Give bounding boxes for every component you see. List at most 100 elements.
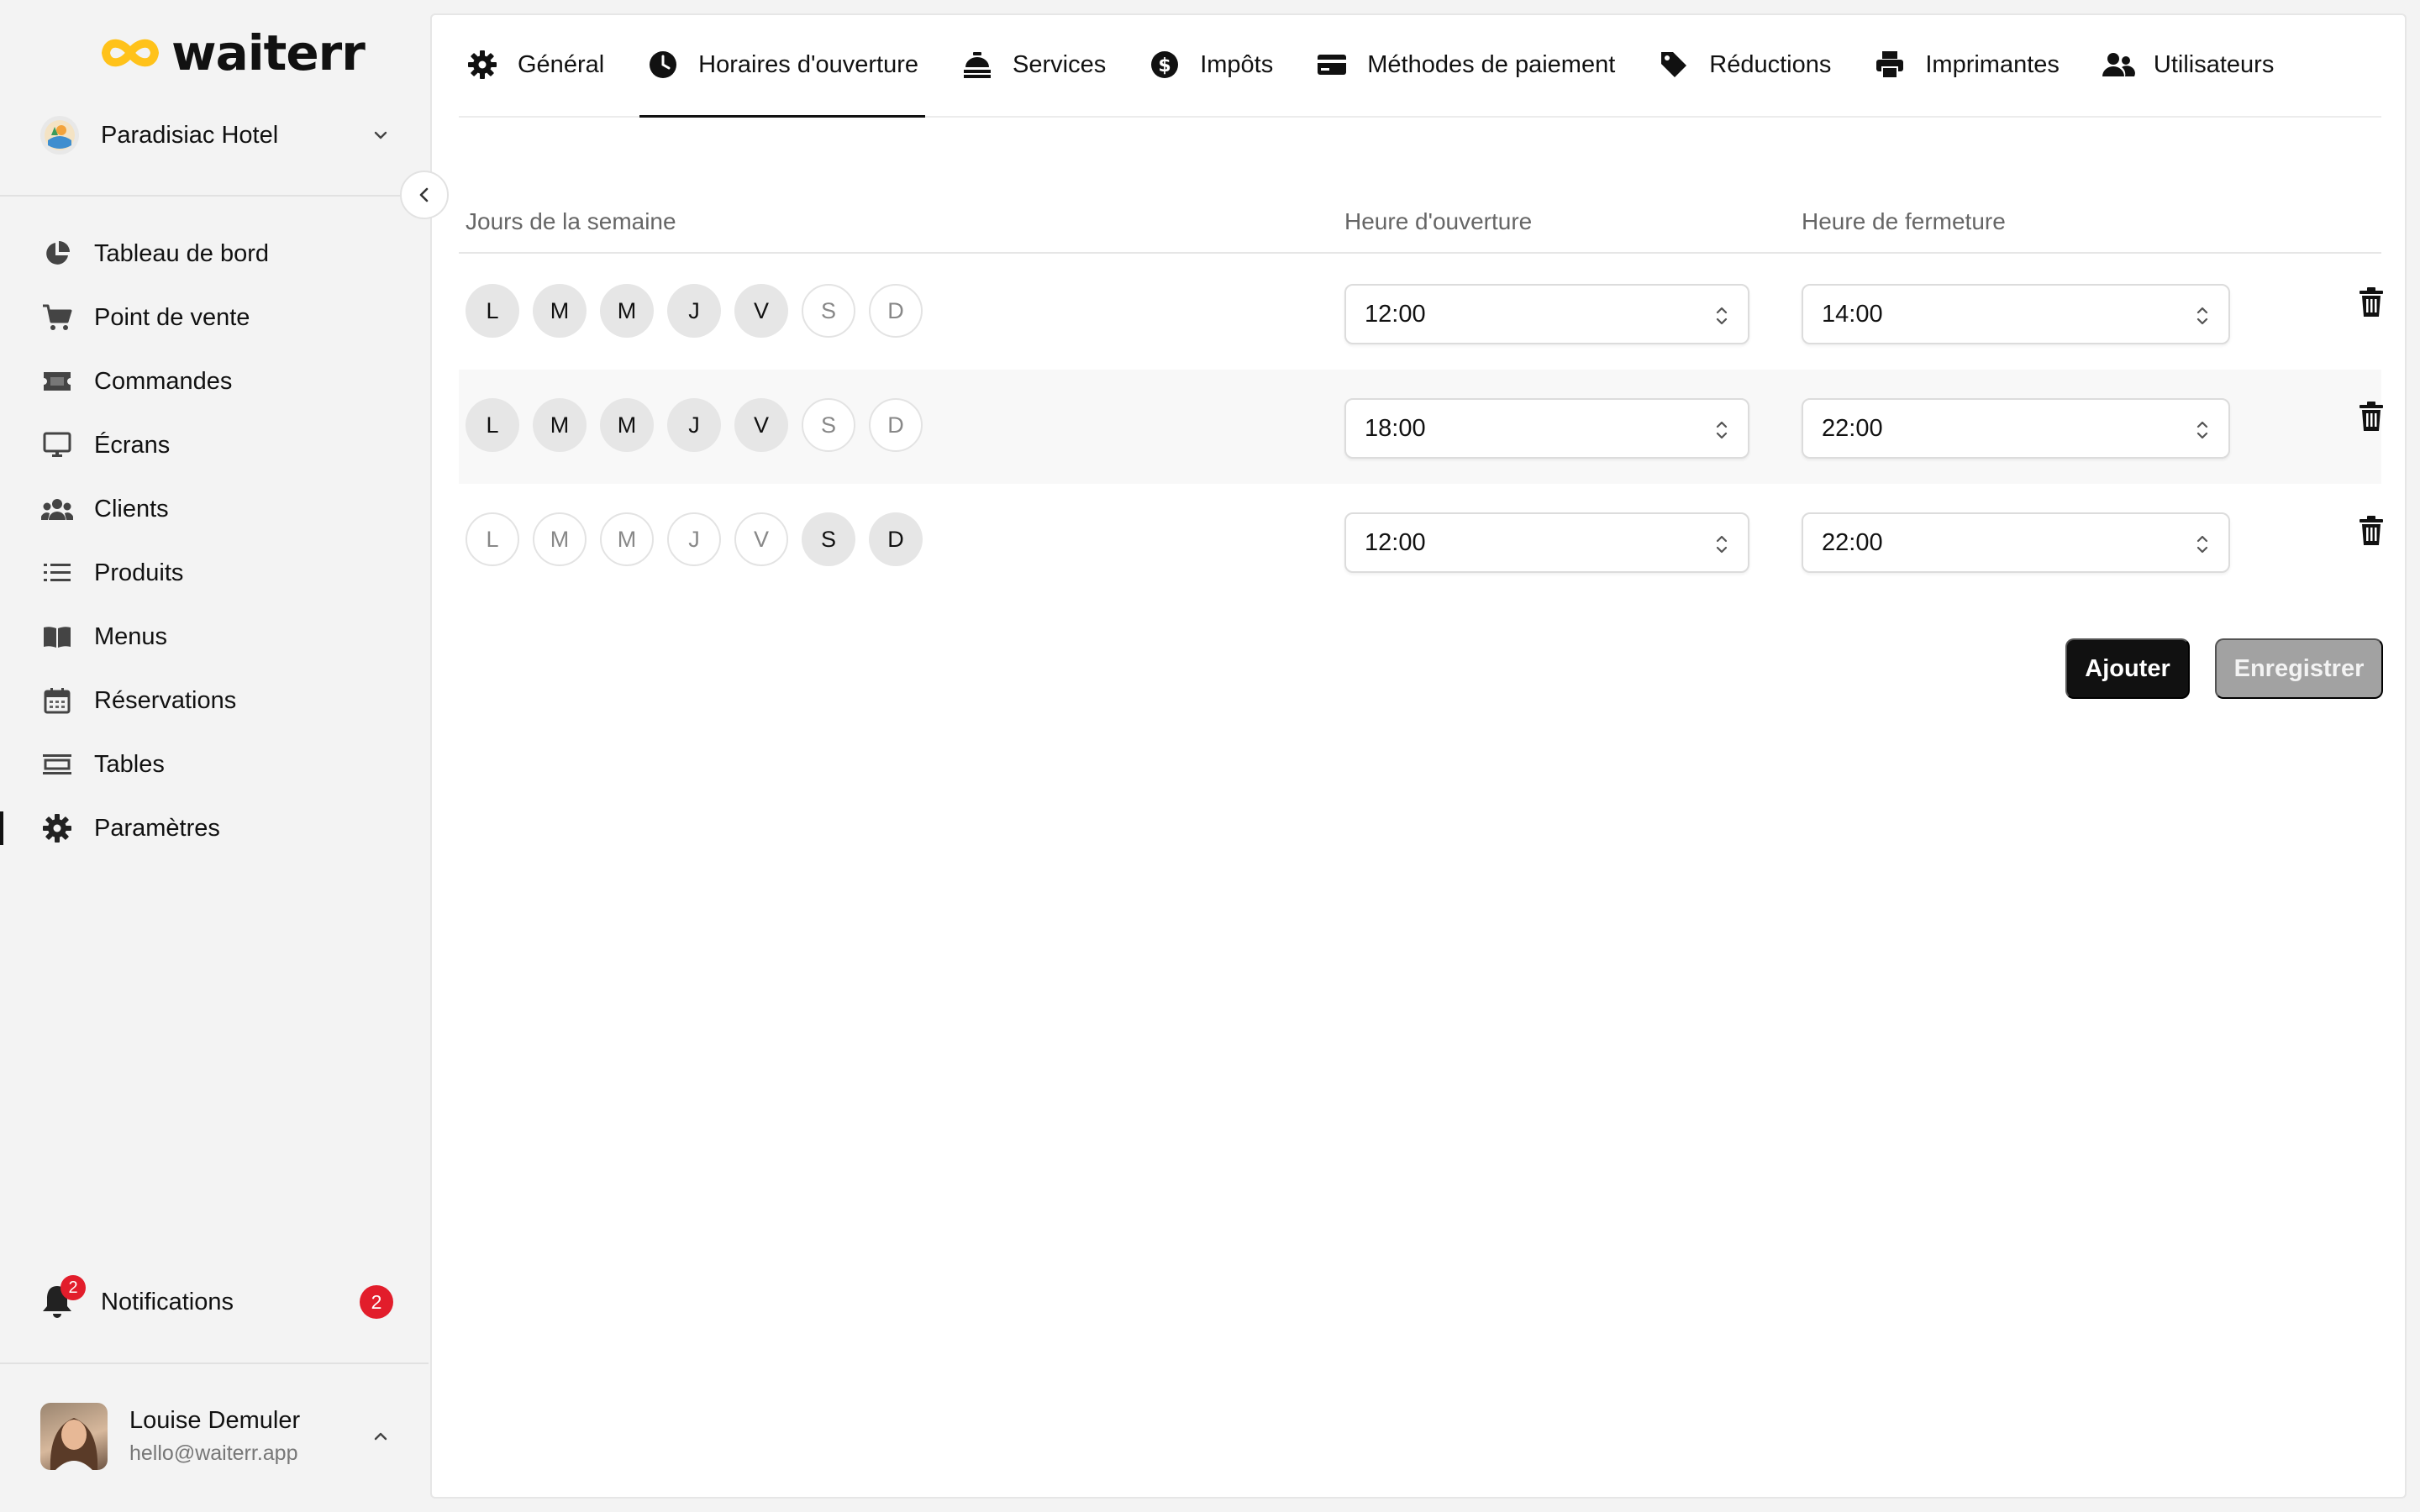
- day-toggle[interactable]: M: [600, 284, 654, 338]
- sidebar-item-dashboard[interactable]: Tableau de bord: [0, 222, 429, 286]
- tab-printers[interactable]: Imprimantes: [1866, 13, 2066, 116]
- day-toggle[interactable]: V: [734, 398, 788, 452]
- day-toggle[interactable]: S: [802, 284, 855, 338]
- settings-panel: Général Horaires d'ouverture Services $ …: [430, 13, 2407, 1499]
- closing-time-select[interactable]: 14:00: [1802, 284, 2230, 344]
- day-toggle[interactable]: V: [734, 512, 788, 566]
- sidebar-item-label: Réservations: [94, 686, 237, 714]
- notifications-count-badge: 2: [360, 1285, 393, 1319]
- day-toggle[interactable]: D: [869, 512, 923, 566]
- opening-time-select[interactable]: 18:00: [1344, 398, 1749, 459]
- day-toggle[interactable]: M: [533, 398, 587, 452]
- table-row: L M M J V S D 18:00 22:00: [459, 370, 2383, 484]
- notifications-item[interactable]: 2 Notifications 2: [40, 1275, 393, 1329]
- day-toggle[interactable]: S: [802, 512, 855, 566]
- opening-time-select[interactable]: 12:00: [1344, 284, 1749, 344]
- sidebar-item-label: Commandes: [94, 367, 233, 395]
- tab-users[interactable]: Utilisateurs: [2095, 13, 2281, 116]
- day-toggle[interactable]: J: [667, 284, 721, 338]
- gear-icon: [466, 48, 499, 81]
- brand-logo[interactable]: waiterr: [99, 29, 366, 77]
- day-toggle[interactable]: L: [466, 398, 519, 452]
- day-toggle[interactable]: M: [533, 284, 587, 338]
- day-toggle[interactable]: V: [734, 284, 788, 338]
- tab-label: Méthodes de paiement: [1367, 50, 1616, 78]
- sidebar-item-settings[interactable]: Paramètres: [0, 796, 429, 860]
- add-button[interactable]: Ajouter: [2065, 638, 2190, 699]
- trash-icon: [2360, 516, 2383, 545]
- notifications-label: Notifications: [101, 1288, 234, 1315]
- select-arrows-icon: [1716, 535, 1728, 554]
- settings-tabs: Général Horaires d'ouverture Services $ …: [459, 15, 2381, 118]
- select-arrows-icon: [2196, 307, 2208, 325]
- opening-time-value: 18:00: [1365, 414, 1426, 442]
- delete-row-button[interactable]: [2354, 512, 2388, 549]
- closing-time-select[interactable]: 22:00: [1802, 512, 2230, 573]
- delete-row-button[interactable]: [2354, 398, 2388, 435]
- tab-label: Général: [518, 50, 605, 78]
- day-toggle[interactable]: L: [466, 284, 519, 338]
- dollar-coin-icon: $: [1148, 48, 1181, 81]
- opening-time-select[interactable]: 12:00: [1344, 512, 1749, 573]
- table-icon: [40, 748, 74, 781]
- select-arrows-icon: [1716, 307, 1728, 325]
- pie-chart-icon: [40, 237, 74, 270]
- weekday-picker: L M M J V S D: [466, 284, 923, 338]
- tab-label: Horaires d'ouverture: [698, 50, 918, 78]
- workspace-name: Paradisiac Hotel: [101, 121, 279, 149]
- collapse-sidebar-button[interactable]: [400, 171, 449, 219]
- user-name: Louise Demuler: [129, 1407, 301, 1434]
- sidebar-item-reservations[interactable]: Réservations: [0, 669, 429, 732]
- day-toggle[interactable]: J: [667, 398, 721, 452]
- trash-icon: [2360, 287, 2383, 317]
- sidebar-item-label: Menus: [94, 622, 168, 650]
- bell-service-icon: [960, 48, 994, 81]
- sidebar-item-clients[interactable]: Clients: [0, 477, 429, 541]
- sidebar-item-tables[interactable]: Tables: [0, 732, 429, 796]
- tab-opening-hours[interactable]: Horaires d'ouverture: [639, 13, 925, 118]
- day-toggle[interactable]: S: [802, 398, 855, 452]
- sidebar-nav: Tableau de bord Point de vente Commandes…: [0, 222, 429, 860]
- avatar: [40, 1403, 108, 1470]
- tab-label: Impôts: [1200, 50, 1274, 78]
- day-toggle[interactable]: J: [667, 512, 721, 566]
- tab-general[interactable]: Général: [459, 13, 611, 116]
- tab-discounts[interactable]: Réductions: [1650, 13, 1838, 116]
- delete-row-button[interactable]: [2354, 284, 2388, 321]
- printer-icon: [1873, 48, 1907, 81]
- sidebar-item-label: Écrans: [94, 431, 171, 459]
- user-info: Louise Demuler hello@waiterr.app: [129, 1407, 368, 1466]
- chevron-down-icon: [374, 131, 387, 139]
- day-toggle[interactable]: D: [869, 284, 923, 338]
- list-icon: [40, 556, 74, 590]
- sidebar-divider: [0, 195, 429, 197]
- sidebar-item-orders[interactable]: Commandes: [0, 349, 429, 413]
- sidebar-item-label: Paramètres: [94, 814, 220, 842]
- notifications-bell-badge: 2: [60, 1275, 86, 1300]
- user-menu[interactable]: Louise Demuler hello@waiterr.app: [40, 1401, 393, 1472]
- day-toggle[interactable]: M: [533, 512, 587, 566]
- tab-taxes[interactable]: $ Impôts: [1141, 13, 1280, 116]
- day-toggle[interactable]: L: [466, 512, 519, 566]
- sidebar-item-pos[interactable]: Point de vente: [0, 286, 429, 349]
- closing-time-select[interactable]: 22:00: [1802, 398, 2230, 459]
- tab-services[interactable]: Services: [954, 13, 1113, 116]
- sidebar-item-label: Produits: [94, 559, 184, 586]
- day-toggle[interactable]: M: [600, 398, 654, 452]
- tab-payment-methods[interactable]: Méthodes de paiement: [1308, 13, 1622, 116]
- workspace-avatar: [40, 116, 79, 155]
- clock-icon: [646, 48, 680, 81]
- infinity-logo-icon: [102, 39, 159, 67]
- schedule-table-header: Jours de la semaine Heure d'ouverture He…: [459, 200, 2381, 254]
- sidebar-divider: [0, 1362, 429, 1364]
- sidebar-item-products[interactable]: Produits: [0, 541, 429, 605]
- sidebar-item-screens[interactable]: Écrans: [0, 413, 429, 477]
- closing-time-value: 22:00: [1822, 528, 1883, 556]
- day-toggle[interactable]: M: [600, 512, 654, 566]
- save-button[interactable]: Enregistrer: [2215, 638, 2383, 699]
- day-toggle[interactable]: D: [869, 398, 923, 452]
- column-header-open: Heure d'ouverture: [1344, 208, 1533, 234]
- sidebar-item-menus[interactable]: Menus: [0, 605, 429, 669]
- chevron-up-icon: [374, 1432, 387, 1441]
- workspace-switcher[interactable]: Paradisiac Hotel: [40, 113, 393, 158]
